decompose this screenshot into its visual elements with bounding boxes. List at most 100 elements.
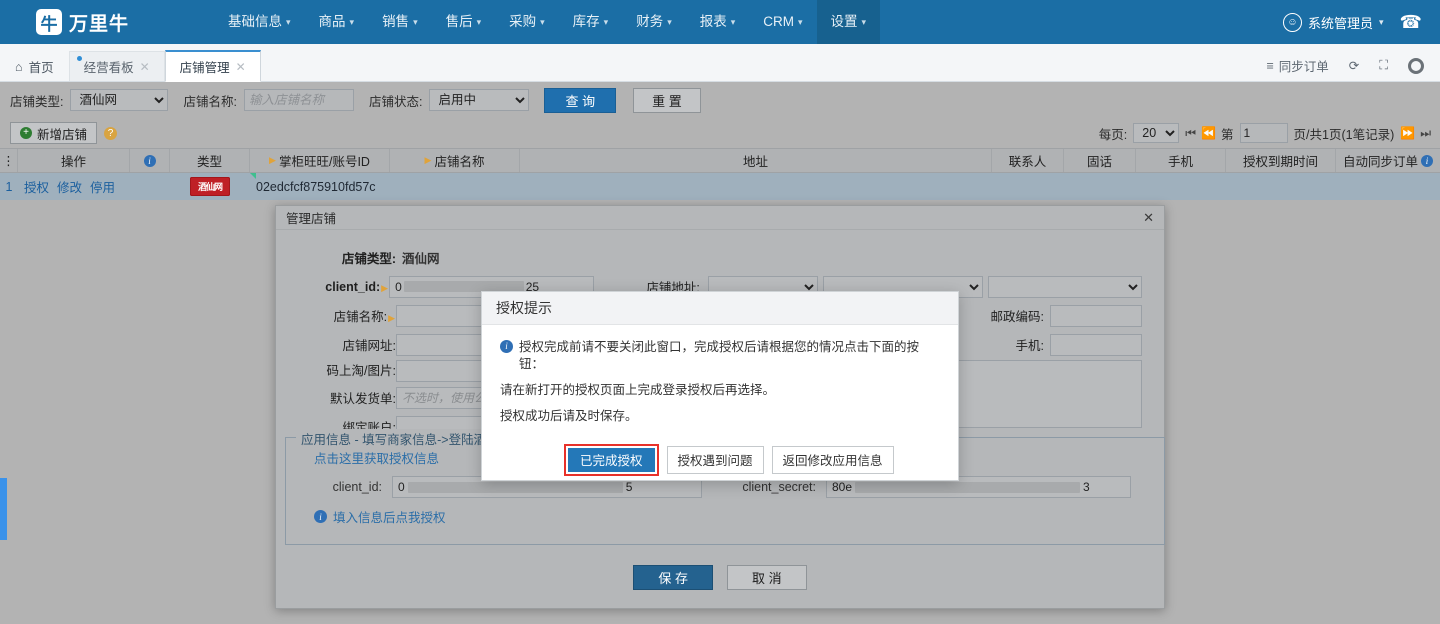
dialog-default-ship-label: 默认发货单:: [330, 392, 396, 406]
fullscreen-icon[interactable]: ⛶: [1379, 58, 1388, 73]
tab-dianpuguanli[interactable]: 店铺管理 ✕: [164, 50, 261, 82]
op-edit-link[interactable]: 修改: [57, 177, 82, 196]
top-nav-right: ☺ 系统管理员 ▾ ☎: [1283, 0, 1422, 44]
tab-label: 店铺管理: [179, 61, 230, 75]
dialog-title: 管理店铺: [286, 212, 337, 226]
client-secret-suffix: 3: [1083, 480, 1090, 494]
auth-problem-button[interactable]: 授权遇到问题: [666, 445, 764, 474]
sort-caret-icon: ▶: [424, 155, 432, 165]
sync-orders-button[interactable]: ≡ 同步订单: [1266, 56, 1328, 75]
nav-item-kucun[interactable]: 库存 ▾: [559, 0, 623, 44]
filter-bar: 店铺类型: 酒仙网 店铺名称: 店铺状态: 启用中 查 询 重 置: [0, 82, 1440, 118]
get-auth-info-link[interactable]: 点击这里获取授权信息: [314, 448, 439, 467]
nav-item-caigou[interactable]: 采购 ▾: [495, 0, 559, 44]
dialog-shop-type-value: 酒仙网: [402, 252, 440, 266]
cancel-button[interactable]: 取 消: [727, 565, 807, 590]
nav-item-shangpin[interactable]: 商品 ▾: [305, 0, 369, 44]
chevron-down-icon: ▾: [667, 17, 672, 27]
nav-label: 采购: [509, 14, 537, 29]
pager: 每页: 20 ⏮ ⏪ 第 页/共1页(1笔记录) ⏩ ⏭: [1099, 123, 1431, 143]
tab-home[interactable]: ⌂ 首页: [0, 51, 69, 81]
info-icon: i: [143, 154, 156, 167]
nav-item-shezhi[interactable]: 设置 ▾: [816, 0, 881, 44]
save-button[interactable]: 保 存: [633, 565, 713, 590]
gear-icon[interactable]: [1408, 57, 1424, 74]
address-district-select[interactable]: [987, 275, 1142, 298]
row-index: 1: [5, 179, 13, 194]
client-id-prefix: 0: [395, 279, 402, 294]
table-row[interactable]: 1 授权 修改 停用 酒仙网 02edcfcf875910fd57c: [0, 173, 1440, 200]
per-page-select[interactable]: 20: [1133, 123, 1180, 143]
done-authorization-button[interactable]: 已完成授权: [568, 447, 655, 472]
col-account[interactable]: ▶ 掌柜旺旺/账号ID: [250, 149, 390, 172]
col-autosync: 自动同步订单 i: [1336, 149, 1440, 172]
user-menu[interactable]: ☺ 系统管理员 ▾: [1283, 12, 1384, 32]
nav-item-jichuxinxi[interactable]: 基础信息 ▾: [214, 0, 305, 44]
shop-status-select[interactable]: 启用中: [429, 89, 530, 111]
popup-line-1: i 授权完成前请不要关闭此窗口，完成授权后请根据您的情况点击下面的按钮：: [500, 339, 940, 373]
shop-type-label: 店铺类型:: [10, 94, 64, 109]
page-suffix: 页/共1页(1笔记录): [1293, 127, 1395, 142]
col-info: i: [130, 149, 170, 172]
col-contact: 联系人: [992, 149, 1064, 172]
popup-line-2-text: 请在新打开的授权页面上完成登录授权后再选择。: [500, 382, 776, 397]
close-icon[interactable]: ✕: [140, 60, 150, 74]
popup-buttons: 已完成授权 授权遇到问题 返回修改应用信息: [500, 434, 940, 476]
headset-icon[interactable]: ☎: [1400, 13, 1422, 31]
nav-item-baobiao[interactable]: 报表 ▾: [686, 0, 750, 44]
back-edit-app-info-button[interactable]: 返回修改应用信息: [771, 445, 894, 474]
search-button[interactable]: 查 询: [544, 87, 617, 113]
reset-button[interactable]: 重 置: [633, 87, 701, 113]
shop-status-label: 店铺状态:: [368, 94, 423, 109]
col-mobile: 手机: [1136, 149, 1226, 172]
main-menu: 基础信息 ▾ 商品 ▾ 销售 ▾ 售后 ▾ 采购 ▾ 库存 ▾ 财务 ▾ 报表 ▾ CRM ▾ 设…: [214, 0, 881, 44]
last-page-icon[interactable]: ⏭: [1420, 126, 1431, 141]
shop-type-select[interactable]: 酒仙网: [70, 89, 169, 111]
refresh-icon[interactable]: ⟳: [1349, 58, 1359, 73]
fieldset-client-secret-label: client_secret:: [742, 480, 816, 494]
required-caret-icon: ▶: [381, 282, 389, 293]
masked-value: [407, 481, 623, 493]
close-icon[interactable]: ✕: [1143, 210, 1154, 226]
nav-item-xiaoshou[interactable]: 销售 ▾: [368, 0, 432, 44]
app-info-hint[interactable]: i 填入信息后点我授权: [286, 498, 1164, 526]
brand-logo-area[interactable]: 牛 万里牛: [36, 9, 186, 36]
dialog-client-id-label: client_id:▶: [298, 280, 389, 294]
shop-name-label: 店铺名称:: [183, 94, 237, 109]
nav-item-shouhou[interactable]: 售后 ▾: [432, 0, 496, 44]
dialog-postcode-input[interactable]: [1050, 304, 1142, 327]
hint-label: 填入信息后点我授权: [333, 511, 446, 525]
user-name: 系统管理员: [1308, 15, 1374, 31]
question-circle-icon[interactable]: ?: [104, 126, 118, 140]
op-disable-link[interactable]: 停用: [90, 177, 115, 196]
dialog-mobile-input[interactable]: [1050, 333, 1142, 356]
row-tel-cell: [1064, 173, 1136, 200]
next-page-icon[interactable]: ⏩: [1400, 126, 1415, 140]
col-shopname[interactable]: ▶ 店铺名称: [390, 149, 520, 172]
client-id-suffix: 5: [625, 480, 633, 494]
first-page-icon[interactable]: ⏮: [1185, 126, 1196, 141]
done-auth-highlight: 已完成授权: [564, 443, 659, 476]
dialog-header: 管理店铺 ✕: [276, 206, 1164, 230]
page-input[interactable]: [1239, 123, 1288, 143]
prev-page-icon[interactable]: ⏪: [1201, 126, 1216, 140]
nav-item-crm[interactable]: CRM ▾: [749, 0, 816, 44]
sync-lines-icon: ≡: [1266, 58, 1274, 73]
sort-caret-icon: ▶: [269, 155, 276, 165]
brand-mark-icon: 牛: [36, 9, 62, 35]
popup-line-3-text: 授权成功后请及时保存。: [500, 408, 638, 423]
tab-strip-actions: ≡ 同步订单 ⟳ ⛶: [1266, 56, 1440, 81]
authorization-prompt-popup: 授权提示 i 授权完成前请不要关闭此窗口，完成授权后请根据您的情况点击下面的按钮…: [481, 291, 959, 481]
col-type: 类型: [170, 149, 250, 172]
dialog-shop-url-label: 店铺网址:: [342, 339, 396, 353]
close-icon[interactable]: ✕: [236, 60, 246, 74]
tab-jingyingkanban[interactable]: 经营看板 ✕: [68, 51, 165, 81]
left-edge-marker: [0, 478, 7, 540]
nav-item-caiwu[interactable]: 财务 ▾: [622, 0, 686, 44]
chevron-down-icon: ▾: [476, 17, 482, 27]
col-handle[interactable]: ⋮: [0, 149, 18, 172]
op-authorize-link[interactable]: 授权: [24, 177, 49, 196]
add-shop-button[interactable]: + 新增店铺: [10, 122, 98, 144]
tab-label: 首页: [28, 61, 54, 75]
shop-name-input[interactable]: [243, 89, 354, 111]
